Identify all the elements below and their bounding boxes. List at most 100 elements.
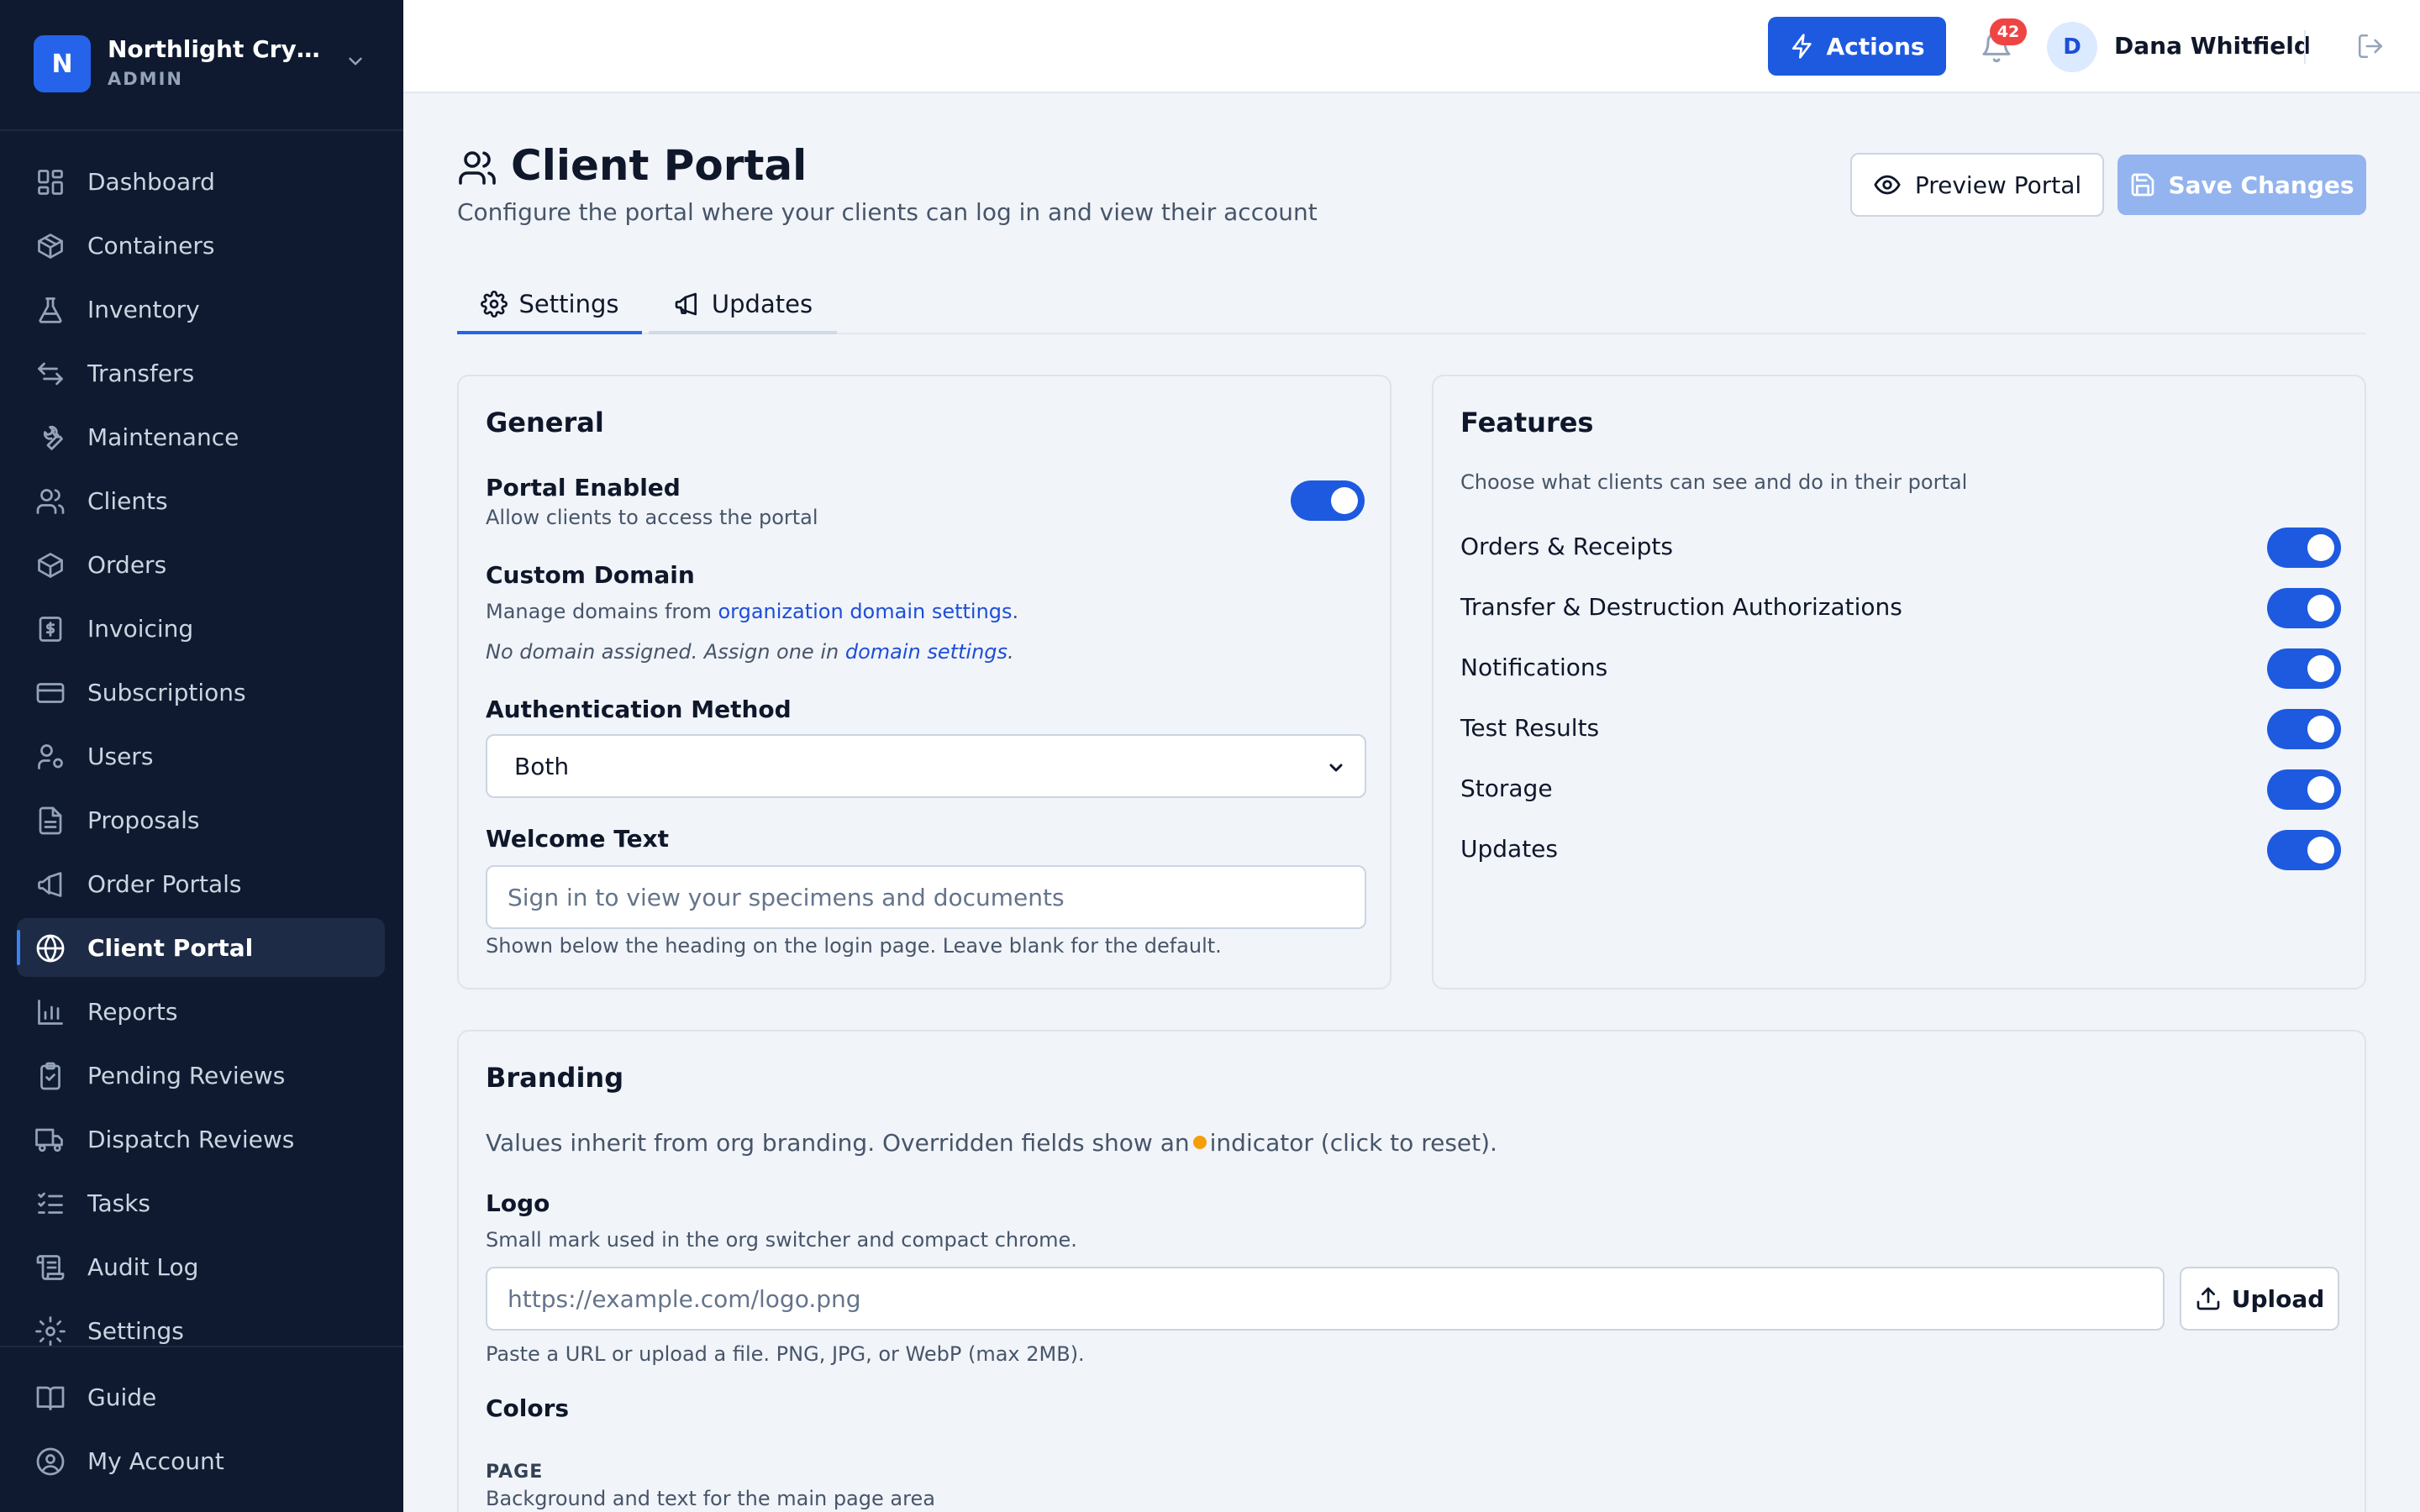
auth-method-select[interactable]: Both [486, 734, 1366, 798]
feature-row: Notifications [1460, 645, 2341, 692]
sidebar-item-dispatch-reviews[interactable]: Dispatch Reviews [17, 1110, 385, 1168]
topbar: Actions 42 D Dana Whitfield [403, 0, 2420, 93]
sidebar-item-client-portal[interactable]: Client Portal [17, 918, 385, 977]
sidebar-item-proposals[interactable]: Proposals [17, 790, 385, 849]
sidebar-item-reports[interactable]: Reports [17, 982, 385, 1041]
features-card: Features Choose what clients can see and… [1432, 375, 2366, 990]
feature-toggle[interactable] [2267, 769, 2341, 810]
save-changes-button[interactable]: Save Changes [2118, 155, 2366, 215]
features-title: Features [1460, 407, 1594, 438]
sidebar-item-label: Inventory [87, 295, 200, 323]
account-icon [36, 1447, 65, 1476]
chevron-down-icon [1329, 764, 1343, 772]
sidebar-item-label: Audit Log [87, 1252, 199, 1281]
sidebar-item-label: Invoicing [87, 614, 194, 643]
upload-icon [2196, 1287, 2220, 1310]
org-role: ADMIN [108, 69, 183, 89]
bar-chart-icon [38, 1000, 63, 1025]
topbar-divider [2304, 30, 2306, 64]
logo-url-input[interactable] [486, 1267, 2165, 1331]
feature-label: Transfer & Destruction Authorizations [1460, 593, 1902, 621]
tab-settings[interactable]: Settings [457, 277, 642, 334]
sidebar-item-containers[interactable]: Containers [17, 216, 385, 275]
sidebar-divider [0, 1346, 403, 1347]
preview-portal-label: Preview Portal [1914, 171, 2082, 199]
feature-toggle[interactable] [2267, 709, 2341, 749]
wrench-icon [43, 425, 63, 450]
book-icon [36, 1386, 65, 1410]
general-card: General Portal Enabled Allow clients to … [457, 375, 1392, 990]
feature-toggle[interactable] [2267, 648, 2341, 689]
branding-title: Branding [486, 1062, 624, 1094]
feature-toggle[interactable] [2267, 588, 2341, 628]
upload-button[interactable]: Upload [2180, 1267, 2339, 1331]
sidebar-item-pending-reviews[interactable]: Pending Reviews [17, 1046, 385, 1105]
sidebar-item-subscriptions[interactable]: Subscriptions [17, 663, 385, 722]
feature-row: Storage [1460, 766, 2341, 813]
org-name: Northlight Cryobank [108, 35, 334, 63]
sidebar-item-label: Dispatch Reviews [87, 1125, 295, 1153]
package-icon [38, 553, 63, 578]
users-icon [36, 489, 65, 514]
lightning-icon [1792, 34, 1812, 59]
sidebar-item-settings[interactable]: Settings [17, 1301, 385, 1360]
actions-button[interactable]: Actions [1768, 17, 1946, 76]
tab-settings-label: Settings [518, 290, 619, 318]
card-icon [36, 683, 65, 703]
domain-settings-link[interactable]: domain settings [845, 640, 1007, 664]
sidebar-item-inventory[interactable]: Inventory [17, 280, 385, 339]
sidebar-item-invoicing[interactable]: Invoicing [17, 599, 385, 658]
avatar[interactable]: D [2047, 22, 2097, 72]
sidebar-item-order-portals[interactable]: Order Portals [17, 854, 385, 913]
feature-label: Storage [1460, 774, 1553, 802]
upload-label: Upload [2231, 1284, 2325, 1313]
welcome-text-label: Welcome Text [486, 825, 670, 853]
general-title: General [486, 407, 604, 438]
logout-icon[interactable] [2356, 32, 2385, 60]
sidebar-item-audit-log[interactable]: Audit Log [17, 1237, 385, 1296]
sidebar-item-maintenance[interactable]: Maintenance [17, 407, 385, 466]
sidebar: N Northlight Cryobank ADMIN Dashboard Con… [0, 0, 403, 1512]
sidebar-item-label: Settings [87, 1316, 184, 1345]
flask-icon [39, 297, 62, 323]
page-title: Client Portal [511, 141, 808, 190]
gear-icon [35, 1316, 66, 1347]
organization-domain-settings-link[interactable]: organization domain settings [718, 600, 1012, 623]
actions-label: Actions [1826, 32, 1925, 60]
sidebar-item-label: Tasks [87, 1189, 151, 1217]
welcome-text-input[interactable] [486, 865, 1366, 929]
page-subtitle: Configure the portal where your clients … [457, 198, 1318, 226]
sidebar-item-tasks[interactable]: Tasks [17, 1173, 385, 1232]
sidebar-item-users[interactable]: Users [17, 727, 385, 785]
welcome-text-help: Shown below the heading on the login pag… [486, 934, 1222, 958]
portal-enabled-toggle[interactable] [1291, 480, 1365, 521]
feature-toggle[interactable] [2267, 830, 2341, 870]
eye-icon [1874, 175, 1901, 195]
sidebar-item-my-account[interactable]: My Account [17, 1431, 385, 1490]
auth-method-value: Both [514, 752, 570, 780]
tab-updates-label: Updates [711, 290, 813, 318]
feature-toggle[interactable] [2267, 528, 2341, 568]
auth-method-label: Authentication Method [486, 696, 792, 723]
org-switcher[interactable]: N Northlight Cryobank ADMIN [0, 0, 403, 131]
tab-updates[interactable]: Updates [649, 277, 837, 334]
sidebar-item-orders[interactable]: Orders [17, 535, 385, 594]
sidebar-item-label: Guide [87, 1383, 157, 1411]
no-domain-note: No domain assigned. Assign one in domain… [486, 640, 1014, 664]
feature-label: Orders & Receipts [1460, 533, 1673, 560]
truck-icon [35, 1128, 63, 1152]
sidebar-item-clients[interactable]: Clients [17, 471, 385, 530]
logo-label: Logo [486, 1189, 550, 1217]
sidebar-item-label: Orders [87, 550, 167, 579]
sidebar-item-transfers[interactable]: Transfers [17, 344, 385, 402]
dashboard-icon [38, 170, 63, 195]
chevron-down-icon [349, 57, 362, 66]
sidebar-item-guide[interactable]: Guide [17, 1368, 385, 1426]
sidebar-item-dashboard[interactable]: Dashboard [17, 152, 385, 211]
preview-portal-button[interactable]: Preview Portal [1850, 153, 2104, 217]
user-name[interactable]: Dana Whitfield [2114, 32, 2311, 60]
feature-row: Updates [1460, 827, 2341, 874]
dollar-icon [39, 617, 62, 642]
clipboard-icon [40, 1062, 60, 1090]
page-colors-heading: PAGE [486, 1462, 544, 1483]
